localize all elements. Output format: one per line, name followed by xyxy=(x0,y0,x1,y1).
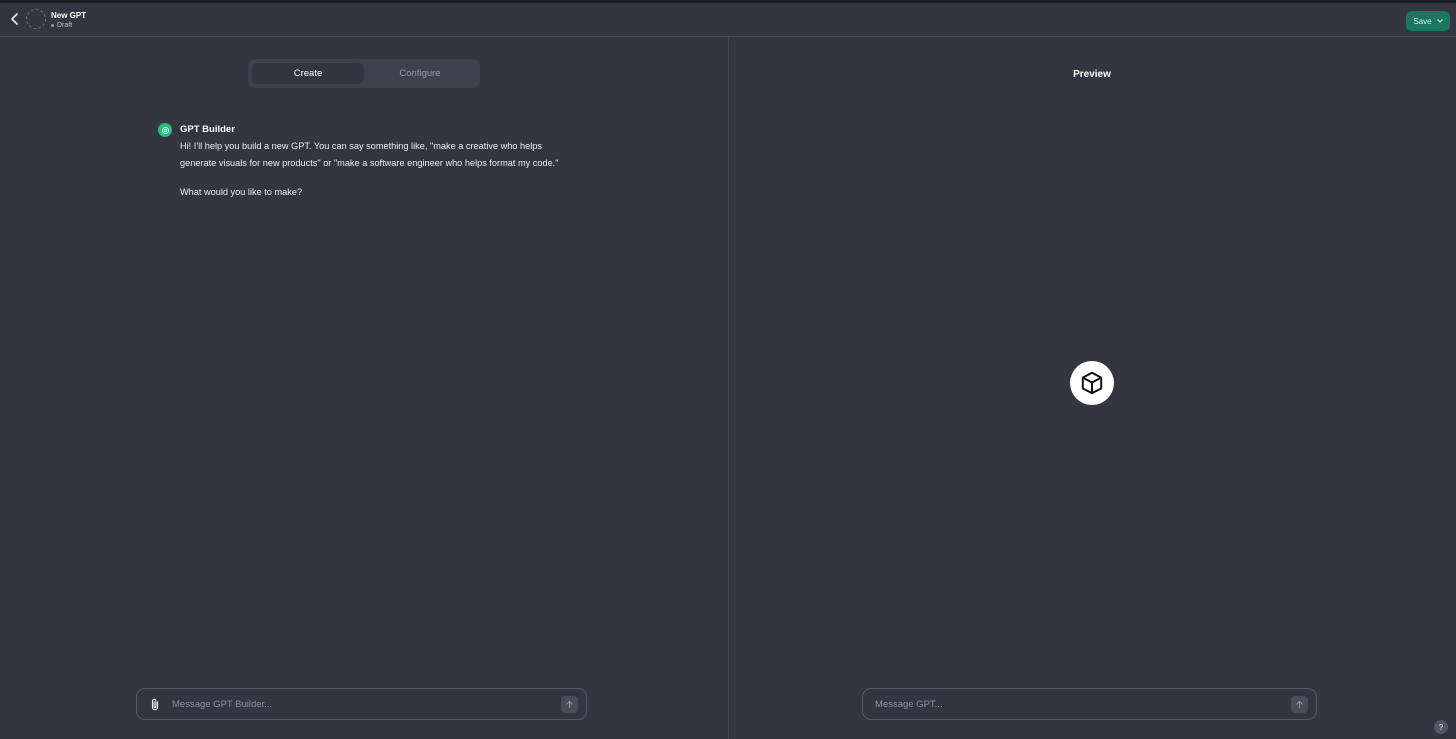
save-button[interactable]: Save xyxy=(1406,11,1450,31)
mode-tabs: Create Configure xyxy=(248,59,480,88)
chevron-down-icon xyxy=(1436,19,1443,23)
builder-message: Hi! I'll help you build a new GPT. You c… xyxy=(180,138,560,200)
preview-message-input[interactable] xyxy=(873,689,1273,719)
tab-configure[interactable]: Configure xyxy=(364,63,476,84)
top-bar: New GPT Draft Save xyxy=(0,3,1456,37)
gpt-avatar-placeholder[interactable] xyxy=(26,9,46,29)
arrow-up-icon xyxy=(566,700,573,709)
gpt-name: New GPT xyxy=(51,11,87,20)
builder-message-input[interactable] xyxy=(170,689,550,719)
message-paragraph: Hi! I'll help you build a new GPT. You c… xyxy=(180,141,559,168)
attach-button[interactable] xyxy=(148,697,162,711)
arrow-up-icon xyxy=(1296,700,1303,709)
paperclip-icon xyxy=(151,698,159,710)
save-label: Save xyxy=(1413,16,1432,26)
builder-composer xyxy=(136,688,587,720)
gpt-status: Draft xyxy=(51,22,72,29)
help-button[interactable]: ? xyxy=(1434,720,1448,734)
preview-composer xyxy=(862,688,1317,720)
status-label: Draft xyxy=(57,22,73,29)
chevron-left-icon xyxy=(11,13,18,25)
back-button[interactable] xyxy=(6,10,24,28)
tab-create[interactable]: Create xyxy=(252,63,364,84)
builder-send-button[interactable] xyxy=(561,696,578,713)
message-paragraph: What would you like to make? xyxy=(180,186,303,197)
message-sender: GPT Builder xyxy=(180,124,235,135)
gpt-editor: New GPT Draft Save Create Configure GPT … xyxy=(0,0,1456,739)
status-dot-icon xyxy=(51,24,54,27)
cube-icon xyxy=(1081,371,1103,395)
gpt-builder-logo-icon xyxy=(158,123,172,137)
preview-send-button[interactable] xyxy=(1291,696,1308,713)
pane-divider xyxy=(728,37,729,739)
preview-gpt-logo xyxy=(1070,361,1114,405)
preview-title: Preview xyxy=(1073,69,1111,80)
